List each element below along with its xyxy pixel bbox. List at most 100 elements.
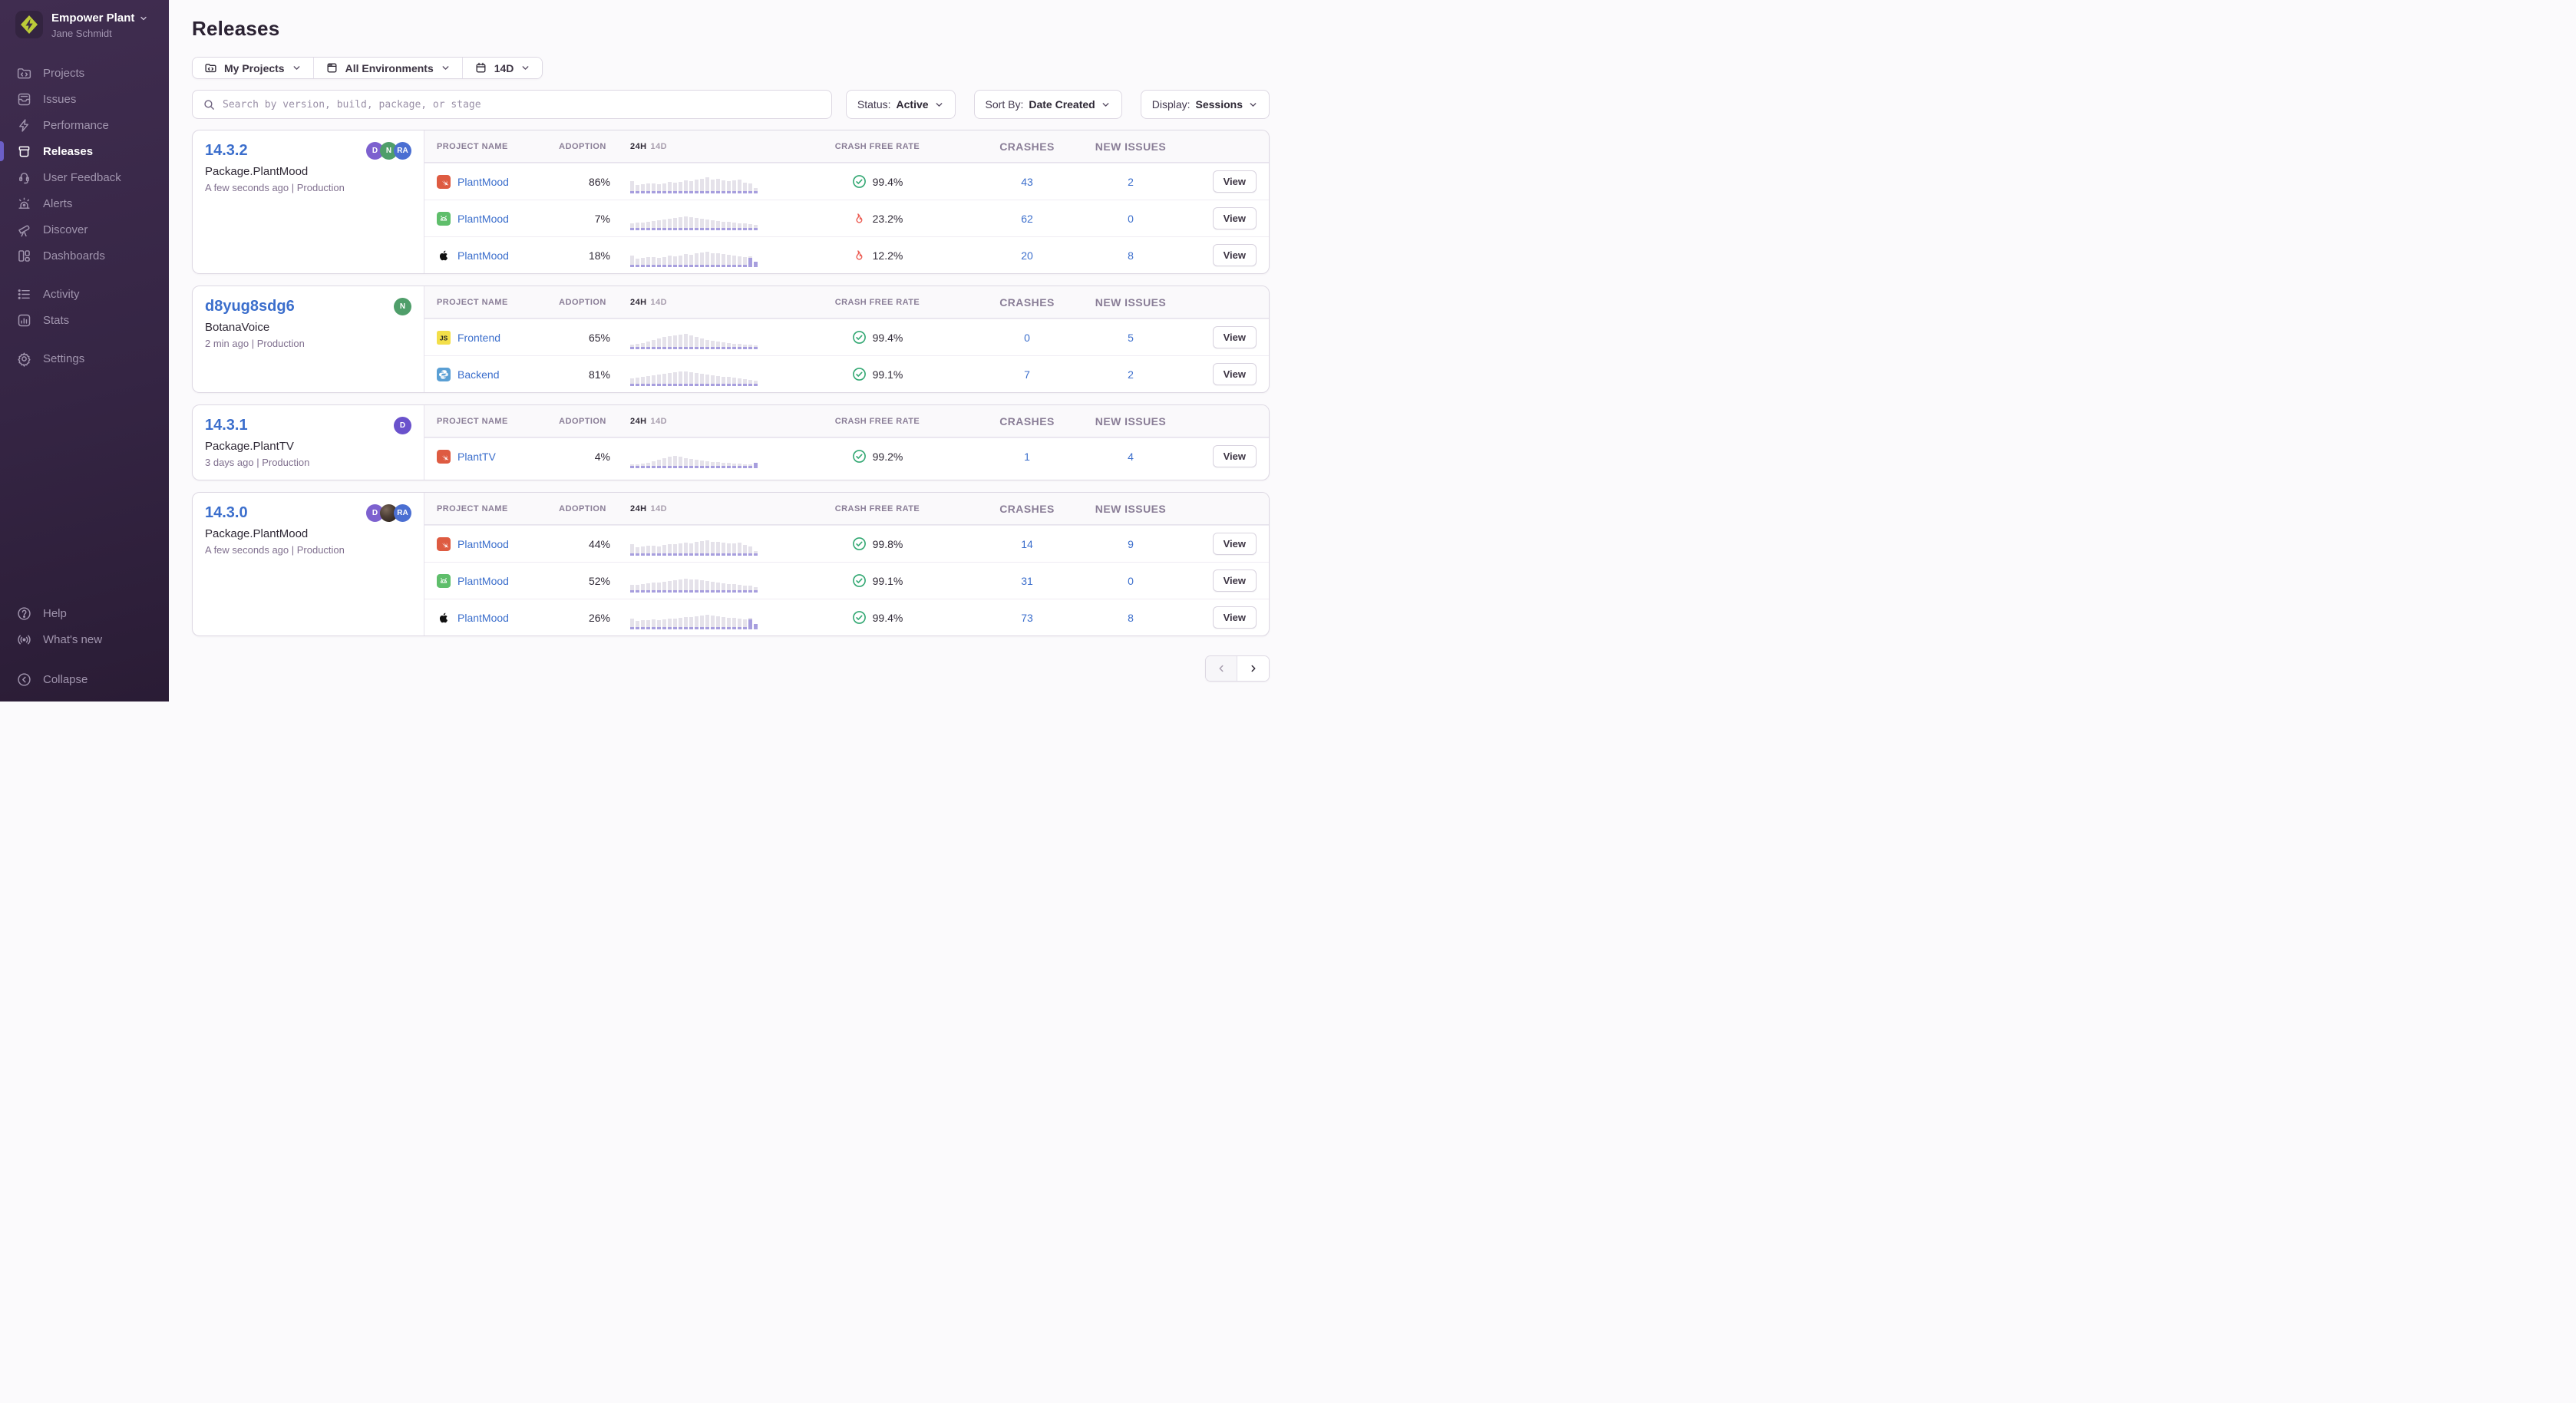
- display-dropdown[interactable]: Display: Sessions: [1141, 90, 1270, 119]
- spark-bar: [630, 345, 634, 349]
- project-link[interactable]: PlantMood: [457, 575, 509, 587]
- timerange-24h[interactable]: 24H: [630, 504, 647, 513]
- adoption-sparkline: [630, 569, 770, 593]
- project-cell: PlantMood: [437, 574, 552, 588]
- new-issues-cell: 0: [1069, 213, 1192, 225]
- view-button[interactable]: View: [1213, 326, 1257, 348]
- view-button[interactable]: View: [1213, 207, 1257, 229]
- timerange-14d[interactable]: 14D: [651, 504, 668, 513]
- spark-bar: [700, 338, 704, 349]
- sidebar-item-projects[interactable]: Projects: [0, 60, 169, 86]
- spark-bar: [705, 615, 709, 629]
- view-button[interactable]: View: [1213, 606, 1257, 629]
- new-issues-count-link[interactable]: 2: [1128, 176, 1134, 188]
- issues-icon: [16, 91, 32, 107]
- spark-bar: [738, 543, 741, 556]
- environment-filter-button[interactable]: All Environments: [314, 58, 463, 78]
- sidebar-item-label: Issues: [43, 93, 76, 106]
- date-range-filter-button[interactable]: 14D: [463, 58, 543, 78]
- view-button[interactable]: View: [1213, 569, 1257, 592]
- release-version-link[interactable]: d8yug8sdg6: [205, 298, 295, 315]
- sidebar-item-stats[interactable]: Stats: [0, 307, 169, 333]
- crashes-count-link[interactable]: 0: [1024, 332, 1030, 344]
- adoption-sparkline: [630, 363, 770, 386]
- sidebar-item-alerts[interactable]: Alerts: [0, 190, 169, 216]
- view-button[interactable]: View: [1213, 533, 1257, 555]
- new-issues-cell: 2: [1069, 368, 1192, 381]
- view-button[interactable]: View: [1213, 445, 1257, 467]
- spark-bar: [711, 616, 715, 629]
- sidebar-item-performance[interactable]: Performance: [0, 112, 169, 138]
- project-link[interactable]: PlantMood: [457, 612, 509, 624]
- new-issues-count-link[interactable]: 2: [1128, 368, 1134, 381]
- view-button[interactable]: View: [1213, 244, 1257, 266]
- crashes-count-link[interactable]: 1: [1024, 451, 1030, 463]
- crash-free-rate-cell: 12.2%: [770, 248, 985, 262]
- spark-bar: [732, 618, 736, 629]
- control-group: Status: Active Sort By: Date Created Dis…: [846, 90, 1270, 119]
- timerange-24h[interactable]: 24H: [630, 417, 647, 426]
- timerange-24h[interactable]: 24H: [630, 298, 647, 307]
- sidebar-item-releases[interactable]: Releases: [0, 138, 169, 164]
- release-version-link[interactable]: 14.3.0: [205, 504, 248, 522]
- crashes-count-link[interactable]: 7: [1024, 368, 1030, 381]
- release-version-link[interactable]: 14.3.2: [205, 142, 248, 160]
- timerange-24h[interactable]: 24H: [630, 142, 647, 151]
- sort-by-dropdown[interactable]: Sort By: Date Created: [974, 90, 1122, 119]
- project-link[interactable]: PlantTV: [457, 451, 496, 463]
- new-issues-count-link[interactable]: 8: [1128, 249, 1134, 262]
- sidebar-item-settings[interactable]: Settings: [0, 345, 169, 371]
- new-issues-count-link[interactable]: 8: [1128, 612, 1134, 624]
- adoption-sparkline: [630, 207, 770, 230]
- python-platform-icon: [437, 368, 451, 381]
- project-link[interactable]: Backend: [457, 368, 499, 381]
- sidebar-item-user-feedback[interactable]: User Feedback: [0, 164, 169, 190]
- sidebar-item-dashboards[interactable]: Dashboards: [0, 243, 169, 269]
- spark-bar: [636, 223, 639, 230]
- crashes-count-link[interactable]: 20: [1021, 249, 1033, 262]
- release-version-link[interactable]: 14.3.1: [205, 417, 248, 434]
- crashes-count-link[interactable]: 73: [1021, 612, 1033, 624]
- release-package: Package.PlantMood: [205, 165, 411, 178]
- adoption-sparkline: [630, 445, 770, 468]
- status-dropdown[interactable]: Status: Active: [846, 90, 956, 119]
- release-project-table: Project NameAdoption24H14DCrash Free Rat…: [424, 493, 1269, 635]
- project-link[interactable]: Frontend: [457, 332, 500, 344]
- sidebar-item-activity[interactable]: Activity: [0, 281, 169, 307]
- crashes-count-link[interactable]: 14: [1021, 538, 1033, 550]
- project-link[interactable]: PlantMood: [457, 249, 509, 262]
- new-issues-count-link[interactable]: 5: [1128, 332, 1134, 344]
- new-issues-count-link[interactable]: 4: [1128, 451, 1134, 463]
- crashes-count-link[interactable]: 62: [1021, 213, 1033, 225]
- project-link[interactable]: PlantMood: [457, 213, 509, 225]
- project-link[interactable]: PlantMood: [457, 176, 509, 188]
- sidebar-item-discover[interactable]: Discover: [0, 216, 169, 243]
- crashes-count-link[interactable]: 31: [1021, 575, 1033, 587]
- col-header-adoption: Adoption: [552, 417, 613, 426]
- view-button[interactable]: View: [1213, 170, 1257, 193]
- timerange-14d[interactable]: 14D: [651, 298, 668, 307]
- search-input[interactable]: [223, 99, 821, 111]
- new-issues-count-link[interactable]: 0: [1128, 575, 1134, 587]
- crash-free-rate-value: 99.1%: [873, 575, 903, 587]
- sidebar-item-help[interactable]: Help: [0, 600, 169, 626]
- project-link[interactable]: PlantMood: [457, 538, 509, 550]
- pagination-next-button[interactable]: [1237, 656, 1269, 681]
- view-button[interactable]: View: [1213, 363, 1257, 385]
- pagination-prev-button[interactable]: [1206, 656, 1237, 681]
- crash-free-rate-cell: 99.4%: [770, 330, 985, 345]
- new-issues-count-link[interactable]: 9: [1128, 538, 1134, 550]
- sidebar-item-issues[interactable]: Issues: [0, 86, 169, 112]
- sidebar-item-label: User Feedback: [43, 171, 121, 184]
- spark-bar: [652, 257, 656, 267]
- org-switcher[interactable]: Empower Plant Jane Schmidt: [0, 11, 169, 40]
- sidebar-item-what-s-new[interactable]: What's new: [0, 626, 169, 652]
- crashes-count-link[interactable]: 43: [1021, 176, 1033, 188]
- project-filter-button[interactable]: My Projects: [193, 58, 314, 78]
- timerange-14d[interactable]: 14D: [651, 417, 668, 426]
- search-box: [192, 90, 832, 119]
- sidebar-item-collapse[interactable]: Collapse: [0, 666, 169, 692]
- timerange-14d[interactable]: 14D: [651, 142, 668, 151]
- project-filter-value: My Projects: [224, 62, 285, 74]
- new-issues-count-link[interactable]: 0: [1128, 213, 1134, 225]
